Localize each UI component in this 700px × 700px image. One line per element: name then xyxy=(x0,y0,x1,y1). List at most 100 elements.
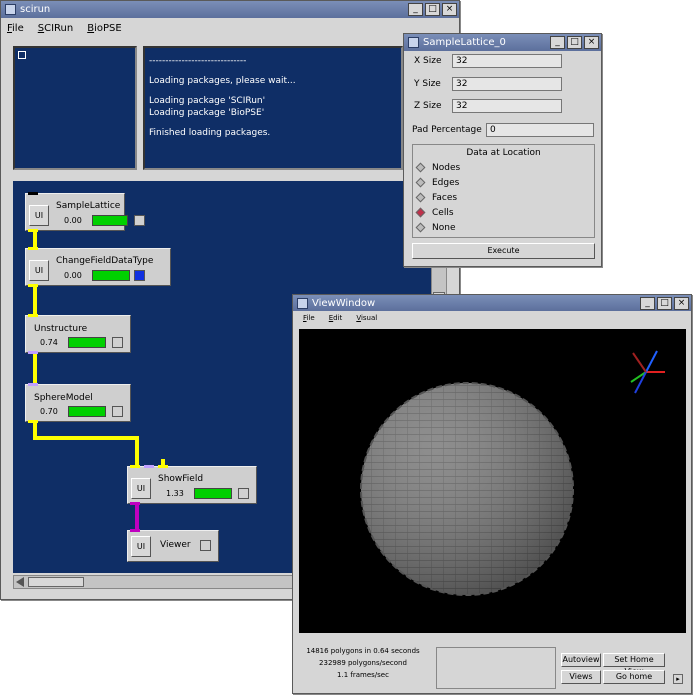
set-home-view-button[interactable]: Set Home View xyxy=(603,653,665,676)
module-time: 0.00 xyxy=(64,216,82,225)
input-port[interactable] xyxy=(28,314,38,317)
scrollbar-thumb[interactable] xyxy=(28,577,84,587)
radio-indicator-selected[interactable] xyxy=(415,207,426,218)
maximize-icon[interactable]: □ xyxy=(425,3,440,16)
radio-label: None xyxy=(432,222,456,233)
output-port[interactable] xyxy=(28,351,38,354)
app-icon xyxy=(5,4,16,15)
input-port[interactable] xyxy=(144,465,154,468)
go-home-button[interactable]: Go home xyxy=(603,670,665,684)
close-icon[interactable]: × xyxy=(442,3,457,16)
scirun-titlebar[interactable]: scirun _ □ × xyxy=(1,1,459,18)
module-spheremodel[interactable]: SphereModel 0.70 xyxy=(25,383,131,423)
menu-edit[interactable]: Edit xyxy=(329,314,343,322)
minimize-icon[interactable]: _ xyxy=(640,296,655,310)
radio-indicator[interactable] xyxy=(415,162,426,173)
progress-bar xyxy=(194,488,232,499)
scirun-menubar: File SCIRun BioPSE xyxy=(1,18,459,38)
x-size-label: X Size xyxy=(414,56,442,66)
radio-faces[interactable]: Faces xyxy=(413,190,594,205)
module-samplelattice[interactable]: UI SampleLattice 0.00 xyxy=(25,192,145,232)
window-title: SampleLattice_0 xyxy=(423,37,506,48)
module-time: 1.33 xyxy=(166,489,184,498)
menu-visual[interactable]: Visual xyxy=(356,314,377,322)
z-size-field[interactable]: 32 xyxy=(452,99,562,113)
app-icon xyxy=(297,297,308,309)
minimize-icon[interactable]: _ xyxy=(550,36,565,49)
autoview-button[interactable]: Autoview xyxy=(561,653,601,667)
module-unstructure[interactable]: Unstructure 0.74 xyxy=(25,314,131,354)
scroll-left-icon[interactable] xyxy=(16,577,24,587)
ui-button[interactable]: UI xyxy=(29,260,49,281)
menu-biopse[interactable]: BioPSE xyxy=(87,23,121,34)
pad-percentage-field[interactable]: 0 xyxy=(486,123,594,137)
radio-cells[interactable]: Cells xyxy=(413,205,594,220)
y-size-field[interactable]: 32 xyxy=(452,77,562,91)
progress-bar xyxy=(68,406,106,417)
input-port[interactable] xyxy=(158,465,168,468)
radio-label: Nodes xyxy=(432,162,461,173)
module-indicator[interactable] xyxy=(134,215,145,226)
module-indicator[interactable] xyxy=(112,406,123,417)
render-viewport[interactable] xyxy=(299,329,686,633)
module-time: 0.00 xyxy=(64,271,82,280)
z-size-label: Z Size xyxy=(414,101,442,111)
output-port[interactable] xyxy=(28,420,38,423)
progress-bar xyxy=(92,270,130,281)
input-port[interactable] xyxy=(28,383,38,386)
module-indicator[interactable] xyxy=(200,540,211,551)
radio-nodes[interactable]: Nodes xyxy=(413,160,594,175)
app-icon xyxy=(408,37,419,48)
progress-bar xyxy=(68,337,106,348)
module-time: 0.74 xyxy=(40,338,58,347)
module-name: SampleLattice xyxy=(56,201,121,211)
input-port[interactable] xyxy=(28,247,38,250)
module-changefielddatatype[interactable]: UI ChangeFieldDataType 0.00 xyxy=(25,247,171,287)
output-port[interactable] xyxy=(28,284,38,287)
minimize-icon[interactable]: _ xyxy=(408,3,423,16)
views-button[interactable]: Views xyxy=(561,670,601,684)
radio-indicator[interactable] xyxy=(415,177,426,188)
expand-arrow-icon[interactable]: ▸ xyxy=(673,674,683,684)
viewwindow-titlebar[interactable]: ViewWindow _ □ × xyxy=(293,295,691,311)
radio-none[interactable]: None xyxy=(413,220,594,235)
output-port[interactable] xyxy=(28,192,38,195)
module-viewer[interactable]: UI Viewer xyxy=(127,529,219,562)
menu-file[interactable]: File xyxy=(7,23,24,34)
close-icon[interactable]: × xyxy=(674,296,689,310)
maximize-icon[interactable]: □ xyxy=(657,296,672,310)
input-port[interactable] xyxy=(130,529,140,532)
log-line: Loading package 'SCIRun' xyxy=(149,96,266,106)
execute-button[interactable]: Execute xyxy=(412,243,595,259)
output-port[interactable] xyxy=(130,502,140,505)
x-size-field[interactable]: 32 xyxy=(452,54,562,68)
output-port[interactable] xyxy=(28,229,38,232)
stat-rate: 232989 polygons/second xyxy=(319,659,407,667)
thumbnail-viewport[interactable] xyxy=(18,51,26,59)
samplelattice-titlebar[interactable]: SampleLattice_0 _ □ × xyxy=(404,34,601,51)
module-indicator[interactable] xyxy=(112,337,123,348)
module-showfield[interactable]: UI ShowField 1.33 xyxy=(127,465,257,505)
module-name: ChangeFieldDataType xyxy=(56,256,154,266)
menu-scirun[interactable]: SCIRun xyxy=(38,23,73,34)
y-size-label: Y Size xyxy=(414,79,441,89)
preview-box xyxy=(436,647,556,689)
stats-panel: 14816 polygons in 0.64 seconds 232989 po… xyxy=(301,645,425,681)
input-port[interactable] xyxy=(130,465,140,468)
module-name: SphereModel xyxy=(34,393,93,403)
ui-button[interactable]: UI xyxy=(131,478,151,499)
window-title: scirun xyxy=(20,4,51,15)
ui-button[interactable]: UI xyxy=(29,205,49,226)
close-icon[interactable]: × xyxy=(584,36,599,49)
maximize-icon[interactable]: □ xyxy=(567,36,582,49)
module-indicator[interactable] xyxy=(134,270,145,281)
ui-button[interactable]: UI xyxy=(131,536,151,557)
radio-indicator[interactable] xyxy=(415,222,426,233)
module-indicator[interactable] xyxy=(238,488,249,499)
network-thumbnail[interactable] xyxy=(13,46,137,170)
radio-indicator[interactable] xyxy=(415,192,426,203)
module-time: 0.70 xyxy=(40,407,58,416)
menu-file[interactable]: File xyxy=(303,314,315,322)
module-name: Viewer xyxy=(160,540,191,550)
radio-edges[interactable]: Edges xyxy=(413,175,594,190)
